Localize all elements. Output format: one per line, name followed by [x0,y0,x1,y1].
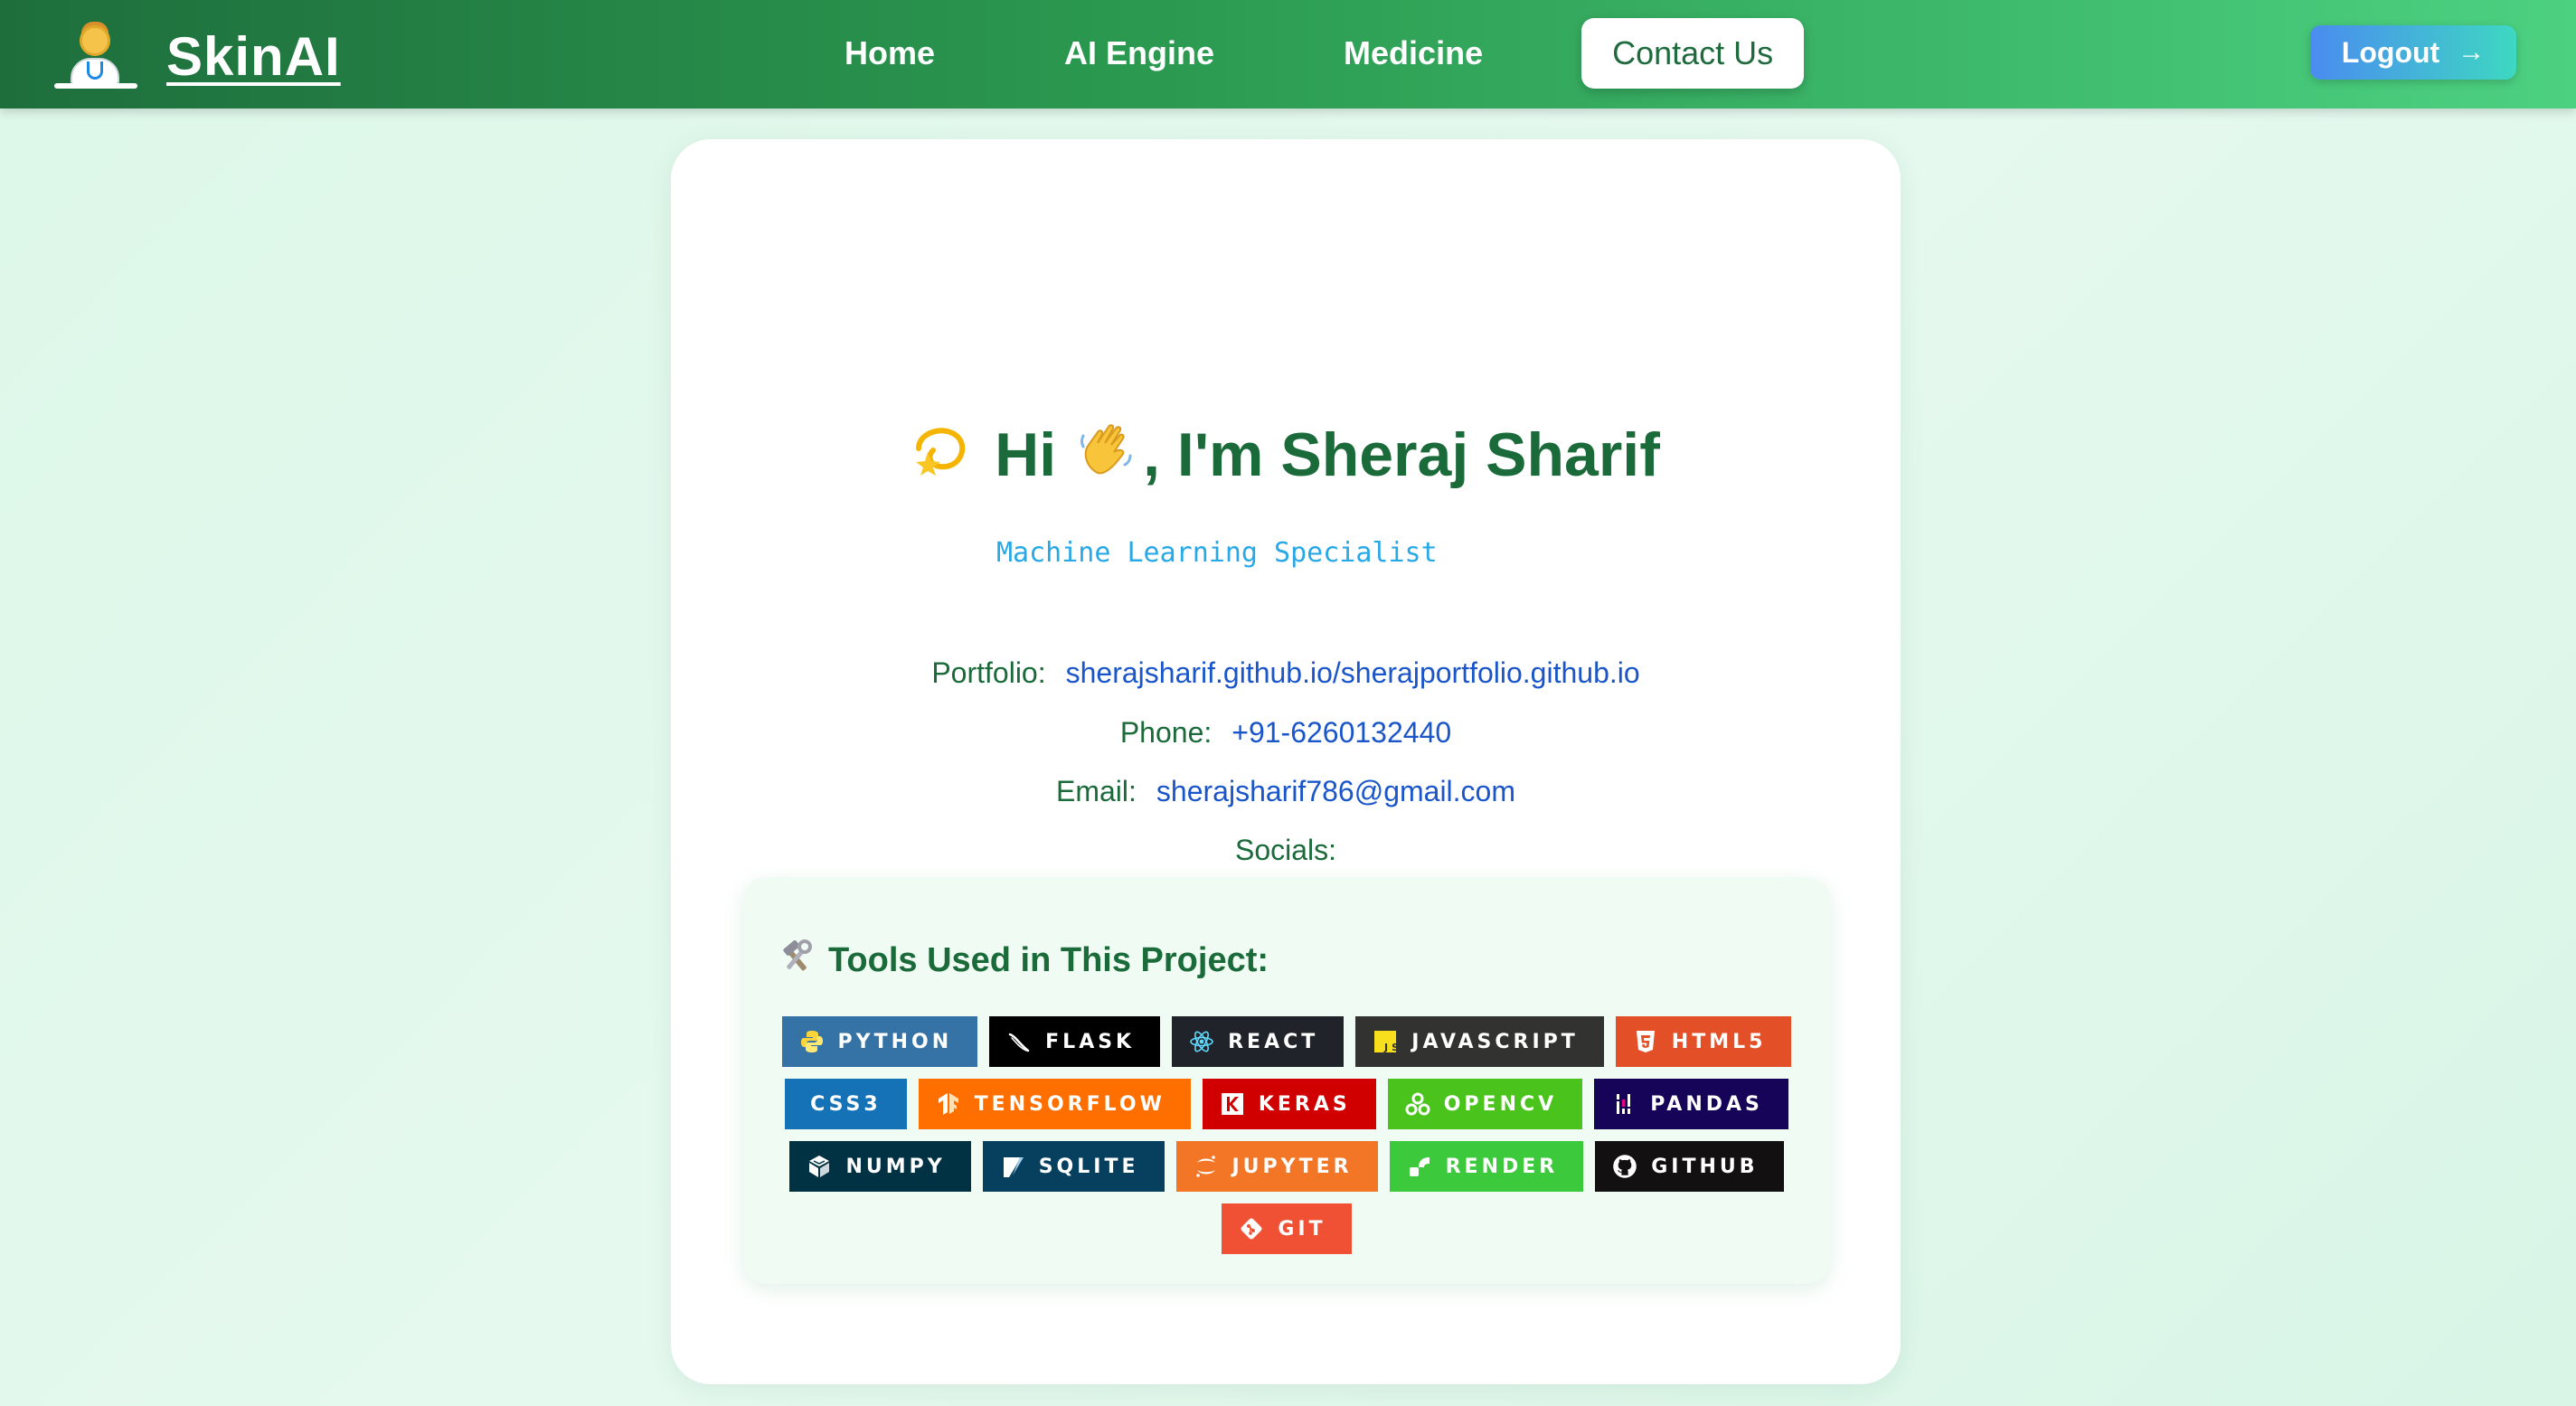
badge-flask-label: FLASK [1045,1030,1136,1053]
pandas-icon [1610,1090,1637,1118]
badge-tensorflow-label: TENSORFLOW [974,1092,1165,1116]
phone-label: Phone: [1119,716,1213,749]
logout-button[interactable]: Logout → [2310,25,2516,80]
sqlite-icon [999,1153,1026,1180]
phone-link[interactable]: +91-6260132440 [1231,716,1451,750]
tools-heading: Tools Used in This Project: [778,939,1269,983]
numpy-icon [806,1153,833,1180]
github-icon [1611,1153,1638,1180]
svg-text:JS: JS [1383,1042,1398,1053]
badge-css3-label: CSS3 [810,1092,882,1116]
nav-medicine[interactable]: Medicine [1313,18,1514,89]
socials-row: Socials: [671,834,1901,867]
email-link[interactable]: sherajsharif786@gmail.com [1156,775,1515,808]
jupyter-icon [1193,1153,1220,1180]
opencv-icon [1404,1090,1431,1118]
badge-row: PYTHON FLASK REACT J JAVASCRIPT HTML5 [743,1016,1830,1067]
profile-subtitle: Machine Learning Specialist [996,537,1438,569]
badge-html5: HTML5 [1615,1016,1792,1067]
badge-html5-label: HTML5 [1671,1030,1767,1053]
nav-contact-us[interactable]: Contact Us [1581,18,1805,89]
badge-numpy: NUMPY [789,1141,971,1192]
badge-tensorflow: TENSORFLOW [918,1079,1191,1129]
keras-icon [1219,1090,1246,1118]
portfolio-row: Portfolio: sherajsharif.github.io/sheraj… [671,656,1901,690]
badge-python: PYTHON [781,1016,978,1067]
hammer-wrench-icon [778,939,814,983]
greeting-hi: Hi [995,420,1057,489]
badge-flask: FLASK [989,1016,1161,1067]
greeting-name: , I'm Sheraj Sharif [1143,420,1660,489]
badge-github: GITHUB [1595,1141,1784,1192]
badge-python-label: PYTHON [837,1030,953,1053]
tools-title-text: Tools Used in This Project: [828,941,1269,979]
badge-render: RENDER [1389,1141,1584,1192]
javascript-icon: JS [1372,1028,1399,1055]
badge-css3: CSS3 [785,1079,907,1129]
badge-jupyter-label: JUPYTER [1231,1155,1353,1178]
badge-react-label: REACT [1228,1030,1319,1053]
badge-opencv: OPENCV [1387,1079,1583,1129]
badge-keras-label: KERAS [1258,1092,1351,1116]
arrow-right-icon: → [2458,37,2486,67]
doctor-icon [52,20,139,92]
python-icon [798,1028,826,1055]
badge-row: GIT [743,1203,1830,1254]
tensorflow-icon [935,1090,962,1118]
badge-git: GIT [1222,1203,1352,1254]
phone-row: Phone: +91-6260132440 [671,716,1901,750]
email-row: Email: sherajsharif786@gmail.com [671,775,1901,808]
git-icon [1238,1215,1265,1242]
greeting-heading: Hi , I'm Sheraj Sharif [671,420,1901,490]
tools-panel: Tools Used in This Project: PYTHON FLASK [743,877,1830,1284]
badge-row: NUMPY SQLITE JUPYTER RENDER GITHUB [743,1141,1830,1192]
logout-label: Logout [2341,35,2440,69]
nav-home[interactable]: Home [814,18,966,89]
badge-pandas: PANDAS [1594,1079,1788,1129]
badge-render-label: RENDER [1445,1155,1559,1178]
badge-sqlite: SQLITE [982,1141,1165,1192]
brand-name[interactable]: SkinAI [166,25,341,88]
flask-icon [1005,1028,1033,1055]
portfolio-label: Portfolio: [931,656,1046,689]
navbar: SkinAI Home AI Engine Medicine Contact U… [0,0,2576,109]
nav-ai-engine[interactable]: AI Engine [1033,18,1245,89]
badge-javascript-label: JAVASCRIPT [1411,1030,1579,1053]
html5-icon [1632,1028,1659,1055]
dizzy-icon [911,421,971,488]
badge-javascript: JS JAVASCRIPT [1355,1016,1604,1067]
badge-react: REACT [1172,1016,1345,1067]
portfolio-link[interactable]: sherajsharif.github.io/sherajportfolio.g… [1066,656,1640,690]
badge-jupyter: JUPYTER [1175,1141,1378,1192]
nav-links: Home AI Engine Medicine Contact Us [814,16,1805,90]
badge-git-label: GIT [1278,1217,1326,1241]
badge-opencv-label: OPENCV [1443,1092,1558,1116]
badge-keras: KERAS [1202,1079,1376,1129]
badge-sqlite-label: SQLITE [1038,1155,1139,1178]
socials-label: Socials: [1234,834,1337,866]
render-icon [1406,1153,1433,1180]
badge-row: CSS3 TENSORFLOW KERAS OPENCV PANDAS [743,1079,1830,1129]
brand-logo[interactable]: SkinAI [52,20,341,92]
react-icon [1188,1028,1215,1055]
badge-github-label: GITHUB [1651,1155,1759,1178]
badge-numpy-label: NUMPY [845,1155,946,1178]
badge-pandas-label: PANDAS [1650,1092,1763,1116]
email-label: Email: [1056,775,1137,807]
waving-hand-icon [1078,420,1136,490]
